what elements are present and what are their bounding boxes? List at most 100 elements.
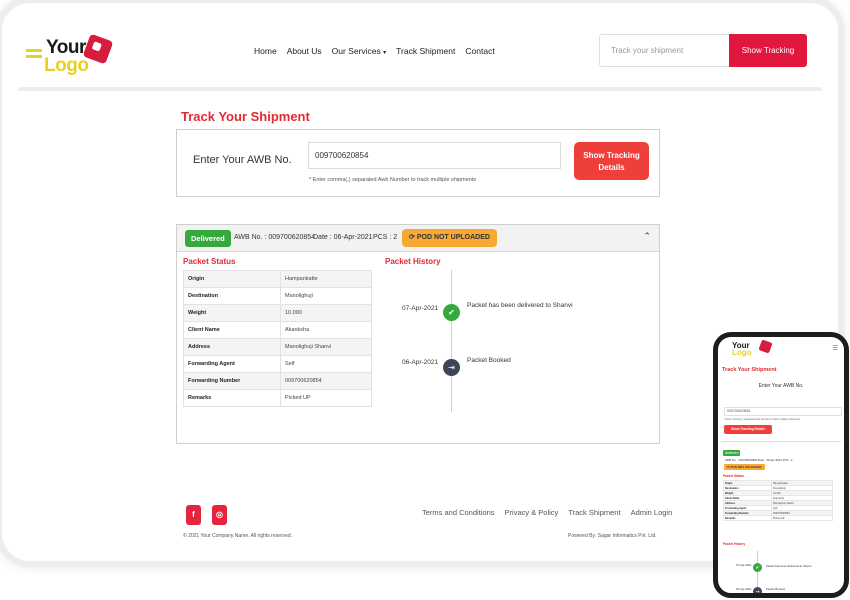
check-icon: ✔ [443,304,460,321]
history-text-1: Packet has been delivered to Shanvi [467,302,573,309]
table-row: Origin Hampankatte [183,270,372,288]
phone-page-title: Track Your Shipment [722,367,777,373]
table-row: Address Manolighuji Shanvi [183,338,372,356]
table-row: Forwarding Number 009700620854 [183,372,372,390]
timeline-line [451,270,452,412]
phone-mockup: Your Logo ☰ Track Your Shipment Enter Yo… [713,332,849,598]
phone-awb-hint: * Enter comma(,) separated Awb Number to… [724,418,800,421]
footer-copyright: © 2021 Your Company Name. All rights res… [183,533,293,539]
table-row: Remarks Picked UP [723,515,833,521]
instagram-icon[interactable]: ◎ [212,505,227,525]
footer-track-link[interactable]: Track Shipment [568,508,620,517]
show-tracking-button-line2: Details [598,163,625,172]
phone-awb-label: Enter Your AWB No. [758,383,804,389]
status-badge: Delivered [185,230,231,247]
phone-awb-input[interactable]: 009700620854 [724,407,842,416]
awb-hint: * Enter comma(,) separated Awb Number to… [309,177,477,183]
logo-line2: Logo [44,55,89,76]
row-value: Manolighuji Shanvi [280,338,372,356]
table-row: Forwarding Agent Self [183,355,372,373]
logo[interactable]: Your Logo [24,33,114,76]
nav-our-services-label: Our Services [331,46,381,56]
phone-packet-status-title: Packet Status [723,474,744,478]
history-text-2: Packet Booked [467,357,511,364]
awb-form: Enter Your AWB No. 009700620854 * Enter … [176,129,660,197]
chevron-down-icon: ▾ [383,50,387,56]
packet-history-title: Packet History [385,257,441,266]
history-date-1: 07-Apr-2021 [402,305,439,312]
packet-status-title: Packet Status [183,257,236,266]
awb-input[interactable]: 009700620854 [308,142,561,169]
footer-privacy-link[interactable]: Privacy & Policy [505,508,559,517]
phone-dice-cube-icon [758,339,773,354]
table-row: Weight 10.000 [183,304,372,322]
footer-admin-link[interactable]: Admin Login [631,508,673,517]
awb-number-text: AWB No. : 009700620854 [234,234,316,241]
phone-history-date-1: 07-Apr-2021 [736,563,752,567]
site-header: Your Logo Home About Us Our Services ▾ T… [2,3,838,91]
phone-logo-line2: Logo [732,348,752,357]
row-key: Forwarding Agent [183,355,281,373]
row-value: 009700620854 [280,372,372,390]
phone-status-badge: Delivered [723,450,741,456]
main-nav: Home About Us Our Services ▾ Track Shipm… [254,46,495,56]
table-row: Client Name Akanksha [183,321,372,339]
nav-our-services[interactable]: Our Services ▾ [332,46,387,56]
show-tracking-button[interactable]: Show Tracking Details [574,142,649,180]
phone-divider [721,441,841,442]
header-show-tracking-button[interactable]: Show Tracking Details [729,34,807,88]
pod-badge: ⟳ POD NOT UPLOADED [402,229,497,247]
phone-sign-in-icon: ⇥ [753,587,762,593]
phone-history-text-1: Packet has been delivered to Shanvi [766,564,812,568]
nav-home[interactable]: Home [254,46,277,56]
nav-about-us[interactable]: About Us [287,46,322,56]
footer-terms-link[interactable]: Terms and Conditions [422,508,495,517]
row-value: Picked UP [280,389,372,407]
nav-contact[interactable]: Contact [465,46,494,56]
header-divider [18,87,822,91]
chevron-up-icon[interactable]: ⌃ [643,231,651,242]
speed-lines-icon [26,49,42,52]
row-value: Picked UP [771,515,833,521]
nav-track-shipment[interactable]: Track Shipment [396,46,455,56]
history-date-2: 06-Apr-2021 [402,359,439,366]
row-value: Akanksha [280,321,372,339]
phone-result-info: AWB No. : 009700620854 Date : 06-Apr-202… [725,458,793,462]
spinner-icon: ⟳ [409,234,415,241]
pod-badge-label: POD NOT UPLOADED [416,234,490,241]
row-value: 10.000 [280,304,372,322]
packet-status-table: Origin Hampankatte Destination Manolighuji W… [183,270,372,407]
row-key: Weight [183,304,281,322]
row-key: Destination [183,287,281,305]
date-text: Date : 06-Apr-2021 [313,234,373,241]
phone-pod-badge-label: POD NOT UPLOADED [730,465,762,469]
row-key: Remarks [183,389,281,407]
phone-history-date-2: 06-Apr-2021 [736,587,752,591]
phone-pod-badge: ⟳ POD NOT UPLOADED [724,464,765,470]
phone-history-text-2: Packet Booked [766,587,785,591]
awb-label: Enter Your AWB No. [193,154,292,166]
facebook-icon[interactable]: f [186,505,201,525]
page-title: Track Your Shipment [181,109,310,124]
pcs-text: PCS : 2 [373,234,398,241]
row-key: Client Name [183,321,281,339]
tracking-result: Delivered AWB No. : 009700620854 Date : … [176,224,660,444]
row-key: Remarks [723,515,772,521]
row-value: Self [280,355,372,373]
row-value: Hampankatte [280,270,372,288]
sign-in-icon: ⇥ [443,359,460,376]
phone-check-icon: ✔ [753,563,762,572]
footer-links: Terms and Conditions Privacy & Policy Tr… [422,508,672,517]
hamburger-menu-icon[interactable]: ☰ [833,345,838,352]
row-key: Address [183,338,281,356]
phone-packet-history-title: Packet History [723,542,746,546]
show-tracking-button-line1: Show Tracking [583,151,640,160]
phone-packet-status-table: Origin Hampankatte Destination Manolighuji W… [723,480,833,521]
phone-show-tracking-button[interactable]: Show Tracking Details [724,425,772,434]
footer-powered-by: Powered By: Sagar Informatics Pvt. Ltd. [568,533,657,539]
header-search-input[interactable]: Track your shipment [599,34,729,67]
result-header-bar[interactable]: Delivered AWB No. : 009700620854 Date : … [177,225,659,252]
row-key: Forwarding Number [183,372,281,390]
row-value: Manolighuji [280,287,372,305]
row-key: Origin [183,270,281,288]
